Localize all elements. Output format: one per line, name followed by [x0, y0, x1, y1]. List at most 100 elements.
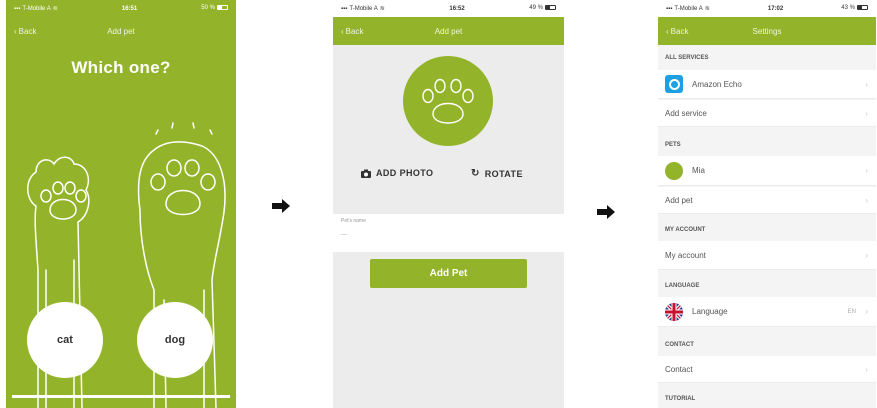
battery-label: 43 %: [841, 5, 855, 12]
my-account-label: My account: [665, 250, 706, 260]
service-label: Amazon Echo: [692, 79, 742, 89]
status-time: 16:51: [121, 5, 138, 12]
rotate-button[interactable]: ↻ ROTATE: [471, 168, 523, 179]
add-pet-button[interactable]: Add Pet: [370, 259, 527, 288]
signal-icon: ▪▪▪: [341, 5, 348, 12]
add-service-row[interactable]: Add service ›: [658, 100, 876, 127]
status-time: 17:02: [767, 5, 784, 12]
cat-toe-4: [75, 189, 87, 203]
chevron-left-icon: ‹: [666, 26, 669, 36]
status-time: 16:52: [449, 5, 465, 12]
battery-icon: [216, 5, 228, 11]
nav-bar: ‹ Back Settings: [658, 17, 876, 45]
add-pet-species-screen: ▪▪▪ T-Mobile A ≋ 16:51 50 % ‹ Back Add p…: [6, 0, 236, 408]
battery: 50 %: [201, 5, 228, 12]
amazon-echo-icon: [665, 75, 683, 93]
carrier-label: T-Mobile A: [349, 5, 378, 12]
add-photo-label: ADD PHOTO: [376, 168, 434, 178]
battery-icon: [856, 5, 868, 11]
carrier: ▪▪▪ T-Mobile A ≋: [341, 5, 385, 13]
section-header-my-account: MY ACCOUNT: [665, 226, 706, 233]
chevron-left-icon: ‹: [341, 26, 344, 36]
cat-option-label: cat: [57, 334, 73, 346]
nav-bar: ‹ Back Add pet: [6, 17, 236, 45]
floor-line: [12, 395, 230, 398]
nav-bar: ‹ Back Add pet: [333, 17, 564, 45]
dog-option-label: dog: [164, 334, 186, 346]
my-account-row[interactable]: My account ›: [658, 241, 876, 270]
add-service-label: Add service: [665, 108, 707, 118]
contact-row[interactable]: Contact ›: [658, 356, 876, 383]
status-bar: ▪▪▪ T-Mobile A ≋ 16:51 50 %: [6, 0, 236, 17]
language-value: EN: [847, 308, 856, 315]
carrier: ▪▪▪ T-Mobile A ≋: [666, 5, 710, 13]
signal-icon: ▪▪▪: [14, 5, 21, 12]
language-label: Language: [692, 307, 728, 316]
cat-toe-1: [40, 189, 52, 203]
chevron-left-icon: ‹: [14, 26, 17, 36]
service-row-amazon-echo[interactable]: Amazon Echo ›: [658, 70, 876, 99]
dog-option-button[interactable]: dog: [137, 302, 213, 378]
dog-toe-1: [150, 173, 166, 191]
wifi-icon: ≋: [379, 6, 385, 12]
battery-label: 50 %: [201, 5, 215, 12]
back-label: Back: [18, 26, 37, 36]
back-button[interactable]: ‹ Back: [341, 17, 363, 45]
rotate-icon: ↻: [471, 168, 480, 179]
cat-toe-2: [52, 181, 64, 195]
back-button[interactable]: ‹ Back: [14, 17, 36, 45]
carrier-label: T-Mobile A: [22, 5, 51, 12]
add-pet-details-screen: ▪▪▪ T-Mobile A ≋ 16:52 49 % ‹ Back Add p…: [333, 0, 564, 408]
back-button[interactable]: ‹ Back: [666, 17, 688, 45]
chevron-right-icon: ›: [865, 79, 868, 89]
battery: 49 %: [529, 5, 556, 12]
arrow-right-icon: [272, 199, 290, 213]
cat-option-button[interactable]: cat: [27, 302, 103, 378]
dog-toe-3: [184, 159, 200, 177]
battery-icon: [544, 5, 556, 11]
signal-icon: ▪▪▪: [666, 5, 673, 12]
contact-label: Contact: [665, 364, 693, 374]
add-photo-button[interactable]: ADD PHOTO: [361, 168, 433, 178]
chevron-right-icon: ›: [865, 108, 868, 118]
camera-icon: [361, 169, 371, 178]
battery: 43 %: [841, 5, 868, 12]
wifi-icon: ≋: [704, 6, 710, 12]
chevron-right-icon: ›: [865, 307, 868, 316]
dog-paw-pad: [165, 189, 201, 216]
nav-title: Add pet: [107, 26, 135, 36]
arrow-right-icon: [597, 205, 615, 219]
add-pet-label: Add pet: [665, 195, 693, 205]
page-title: Which one?: [71, 58, 171, 77]
battery-label: 49 %: [529, 5, 543, 12]
chevron-right-icon: ›: [865, 166, 868, 175]
pet-name-field: Pet's name: [333, 214, 564, 252]
chevron-right-icon: ›: [865, 250, 868, 260]
dog-claws: [155, 122, 213, 135]
section-header-language: LANGUAGE: [665, 282, 700, 289]
pet-avatar: [665, 161, 683, 180]
chevron-right-icon: ›: [865, 364, 868, 374]
status-bar: ▪▪▪ T-Mobile A ≋ 17:02 43 %: [658, 0, 876, 17]
pet-row-mia[interactable]: Mia ›: [658, 156, 876, 186]
dog-toe-4: [200, 173, 216, 191]
settings-screen: ▪▪▪ T-Mobile A ≋ 17:02 43 % ‹ Back Setti…: [658, 0, 876, 408]
section-header-tutorial: TUTORIAL: [665, 395, 696, 402]
carrier-label: T-Mobile A: [674, 5, 703, 12]
section-header-pets: PETS: [665, 141, 681, 148]
wifi-icon: ≋: [52, 6, 58, 12]
nav-title: Settings: [752, 26, 782, 36]
cat-toe-3: [64, 181, 76, 195]
add-pet-label: Add Pet: [429, 268, 468, 279]
pet-name-input[interactable]: [341, 230, 541, 237]
pet-photo-avatar[interactable]: [403, 56, 493, 146]
language-row[interactable]: Language EN ›: [658, 297, 876, 327]
paw-icon: [422, 78, 474, 124]
back-label: Back: [345, 26, 364, 36]
section-header-contact: CONTACT: [665, 341, 694, 348]
rotate-label: ROTATE: [484, 168, 523, 179]
chevron-right-icon: ›: [865, 195, 868, 205]
add-pet-row[interactable]: Add pet ›: [658, 187, 876, 214]
status-bar: ▪▪▪ T-Mobile A ≋ 16:52 49 %: [333, 0, 564, 17]
back-label: Back: [670, 26, 689, 36]
